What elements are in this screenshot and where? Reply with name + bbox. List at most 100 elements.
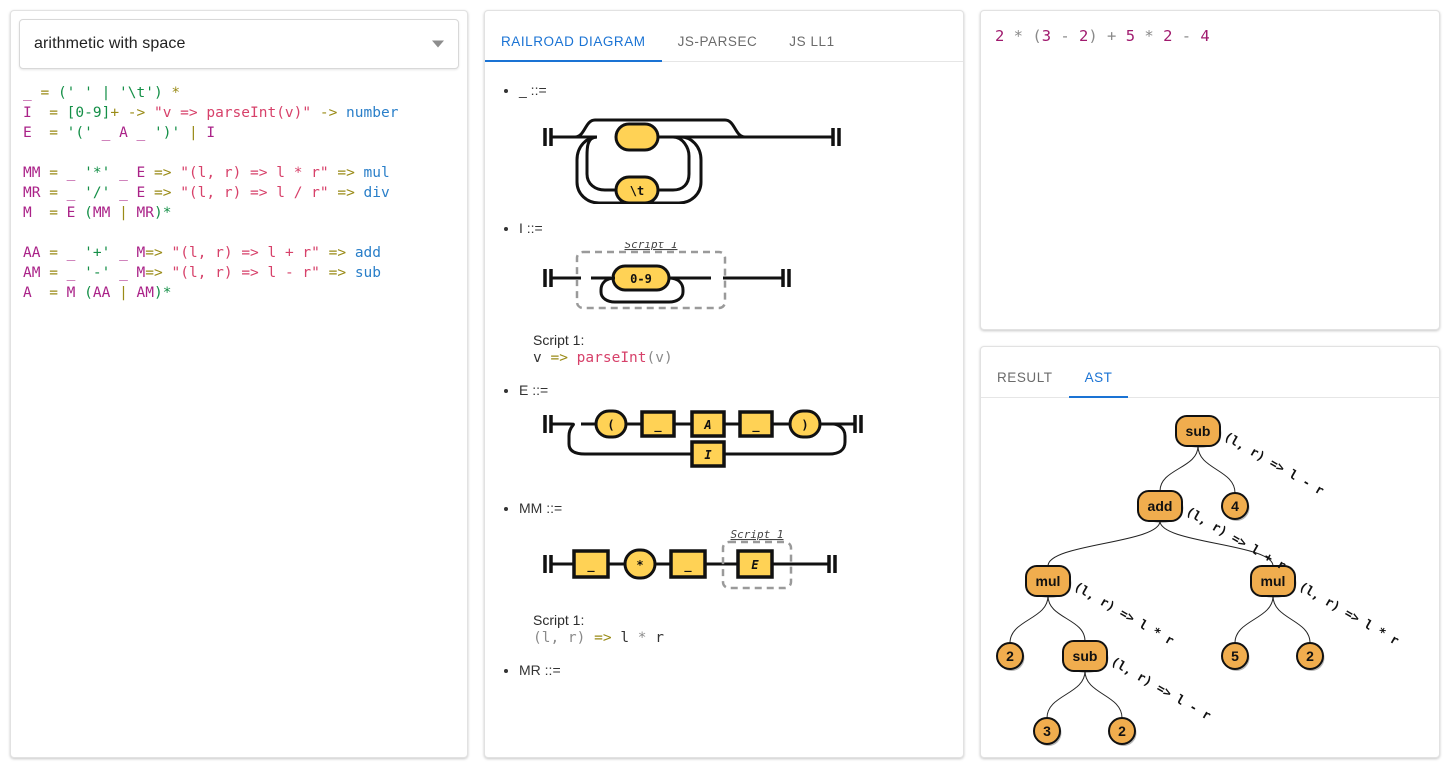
ast-node-5[interactable]: 5 xyxy=(1221,641,1250,671)
tab-js-ll1[interactable]: JS LL1 xyxy=(773,34,850,61)
ast-node-label: 2 xyxy=(1118,723,1126,739)
code-token: | xyxy=(180,125,207,141)
svg-text:A: A xyxy=(703,418,711,432)
ast-node-sub[interactable]: sub xyxy=(1062,639,1109,673)
code-token: = xyxy=(40,125,67,141)
code-token: ( xyxy=(1032,27,1042,45)
code-token: _ xyxy=(66,165,85,181)
ast-node-4[interactable]: 4 xyxy=(1221,491,1250,521)
code-token: MM xyxy=(23,165,41,181)
code-token: ( xyxy=(75,285,93,301)
output-tabbar: RESULT AST xyxy=(981,347,1439,398)
code-token: | xyxy=(110,205,137,221)
code-token: = xyxy=(40,285,67,301)
rule-list: _ ::=\tI ::=Script 10-9Script 1:v => par… xyxy=(485,82,963,678)
code-token: '-' xyxy=(84,265,111,281)
code-token: MM xyxy=(92,205,111,221)
code-token: => xyxy=(319,245,355,261)
code-token: = xyxy=(40,265,67,281)
tab-railroad-diagram[interactable]: RAILROAD DIAGRAM xyxy=(485,34,662,62)
script-block: Script 1: v => parseInt(v) xyxy=(533,332,963,366)
ast-node-label: 2 xyxy=(1306,648,1314,664)
ast-node-2[interactable]: 2 xyxy=(1296,641,1325,671)
code-token: "(l, r) => l + r" xyxy=(171,245,320,261)
code-token: * xyxy=(1004,27,1033,45)
ast-node-label: sub xyxy=(1186,423,1211,439)
ast-scroll-area[interactable]: sub add 4 mul mul 2 sub 5 2 3 2 (l, r) => l - r (l, … xyxy=(981,398,1439,757)
code-token: -> xyxy=(311,105,347,121)
code-token: M xyxy=(136,265,146,281)
expression-input-panel[interactable]: 2 * (3 - 2) + 5 * 2 - 4 xyxy=(980,10,1440,330)
code-token: 5 xyxy=(1125,27,1136,45)
svg-text:_: _ xyxy=(752,418,760,433)
code-token: sub xyxy=(354,265,382,281)
ast-node-label: 2 xyxy=(1006,648,1014,664)
output-column: 2 * (3 - 2) + 5 * 2 - 4 RESULT AST sub add… xyxy=(980,10,1440,758)
code-token: _ xyxy=(92,125,120,141)
svg-text:Script 1: Script 1 xyxy=(625,242,678,251)
ast-edge xyxy=(1197,445,1236,493)
code-token: parseInt xyxy=(576,350,647,366)
code-token: M xyxy=(136,245,146,261)
code-token: "(l, r) => l * r" xyxy=(180,165,329,181)
rule-name: I ::= xyxy=(519,220,543,236)
ast-node-3[interactable]: 3 xyxy=(1033,716,1062,746)
expression-input[interactable]: 2 * (3 - 2) + 5 * 2 - 4 xyxy=(981,11,1439,61)
rule-name: E ::= xyxy=(519,382,549,398)
ast-node-label: 4 xyxy=(1231,498,1239,514)
ast-edge xyxy=(1234,595,1274,643)
code-token: = xyxy=(40,185,67,201)
svg-text:): ) xyxy=(801,418,808,432)
code-token: mul xyxy=(363,165,390,181)
code-token: = xyxy=(40,165,67,181)
ast-node-2[interactable]: 2 xyxy=(1108,716,1137,746)
grammar-select[interactable]: arithmetic with space xyxy=(19,19,459,69)
ast-node-mul[interactable]: mul xyxy=(1025,564,1072,598)
code-token: 4 xyxy=(1200,27,1210,45)
svg-text:I: I xyxy=(704,448,712,462)
ast-node-2[interactable]: 2 xyxy=(996,641,1025,671)
code-token: I xyxy=(206,125,216,141)
chevron-down-icon[interactable] xyxy=(432,40,444,48)
ast-edge-annotation: (l, r) => l * r xyxy=(1072,578,1178,648)
script-block: Script 1: (l, r) => l * r xyxy=(533,612,963,646)
code-token: AM xyxy=(23,265,41,281)
diagram-scroll-area[interactable]: _ ::=\tI ::=Script 10-9Script 1:v => par… xyxy=(485,62,963,757)
script-title: Script 1: xyxy=(533,612,585,628)
ast-node-label: 5 xyxy=(1231,648,1239,664)
rule-name: _ ::= xyxy=(519,82,547,98)
code-token: ( xyxy=(75,205,93,221)
code-token: v xyxy=(533,350,551,366)
rule-item: MM ::=_*_Script 1EScript 1:(l, r) => l *… xyxy=(519,500,963,646)
ast-edge-annotation: (l, r) => l - r xyxy=(1222,428,1328,498)
code-token: => xyxy=(145,265,172,281)
code-token: => xyxy=(145,245,172,261)
diagram-column: RAILROAD DIAGRAMJS-PARSECJS LL1 _ ::=\tI… xyxy=(484,10,964,758)
diagram-tabbar: RAILROAD DIAGRAM JS-PARSEC JS LL1 xyxy=(485,11,963,62)
ast-node-sub[interactable]: sub xyxy=(1175,414,1222,448)
rule-item: E ::=(_ A _)I xyxy=(519,382,963,484)
code-token: => xyxy=(328,165,364,181)
code-token: I xyxy=(23,105,41,121)
code-token: MR xyxy=(23,185,41,201)
script-code: (l, r) => l * r xyxy=(533,630,963,646)
tab-js-parsec[interactable]: JS-PARSEC xyxy=(662,34,774,61)
code-token: '/' xyxy=(84,185,111,201)
code-token: _ xyxy=(110,165,137,181)
ast-edge-annotation: (l, r) => l * r xyxy=(1297,578,1403,648)
code-token: AM xyxy=(136,285,155,301)
tab-ast[interactable]: AST xyxy=(1068,370,1129,398)
tab-result[interactable]: RESULT xyxy=(981,370,1069,397)
code-token: (v) xyxy=(646,350,673,366)
ast-node-mul[interactable]: mul xyxy=(1250,564,1297,598)
code-token: _ xyxy=(127,125,155,141)
code-token: A xyxy=(23,285,41,301)
code-token: E xyxy=(136,165,146,181)
ast-edge xyxy=(1159,445,1199,491)
code-token: + -> xyxy=(110,105,154,121)
grammar-source-editor[interactable]: _ = (' ' | '\t') * I = [0-9]+ -> "v => p… xyxy=(11,69,467,757)
code-token: "v => parseInt(v)" xyxy=(153,105,312,121)
ast-edge xyxy=(1272,595,1311,643)
code-token: '(' xyxy=(66,125,93,141)
ast-node-add[interactable]: add xyxy=(1137,489,1184,523)
